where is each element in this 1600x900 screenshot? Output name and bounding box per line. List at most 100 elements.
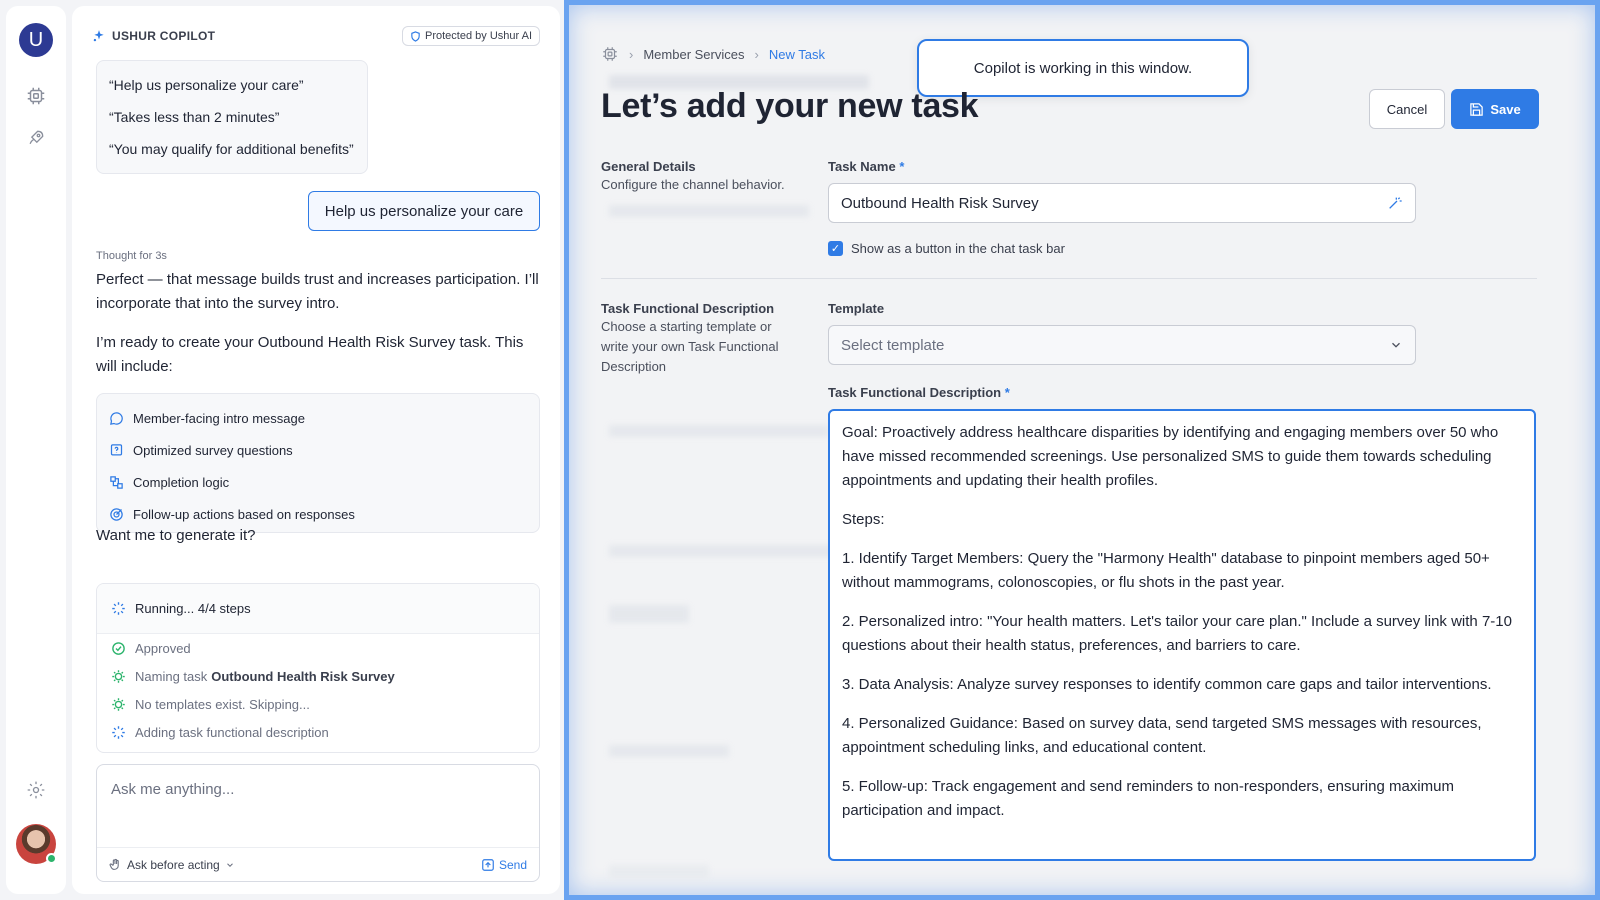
suggestion-item[interactable]: “You may qualify for additional benefits… <box>109 133 355 165</box>
copilot-panel: USHUR COPILOT Protected by Ushur AI “Hel… <box>72 6 560 894</box>
save-label: Save <box>1490 101 1521 117</box>
chat-input-toolbar: Ask before acting Send <box>97 847 539 881</box>
task-window: › Member Services › New Task Copilot is … <box>564 0 1600 900</box>
assistant-reply: I’m ready to create your Outbound Health… <box>96 334 524 375</box>
include-label: Follow-up actions based on responses <box>133 506 355 522</box>
template-select[interactable]: Select template <box>828 325 1416 365</box>
protected-badge: Protected by Ushur AI <box>402 26 540 46</box>
icon-rail: U <box>6 6 66 894</box>
assistant-reply: Perfect — that message builds trust and … <box>96 271 539 312</box>
task-name-value: Outbound Health Risk Survey <box>841 194 1039 212</box>
checkbox-label: Show as a button in the chat task bar <box>851 241 1065 256</box>
steps-header[interactable]: Running... 4/4 steps <box>97 584 539 634</box>
assistant-question: Want me to generate it? <box>96 527 256 544</box>
spinner-icon <box>111 724 127 740</box>
send-icon <box>481 858 495 872</box>
suggestion-list: “Help us personalize your care” “Takes l… <box>96 60 368 174</box>
step-row: No templates exist. Skipping... <box>97 690 539 718</box>
show-button-checkbox[interactable]: ✓ Show as a button in the chat task bar <box>828 241 1065 256</box>
step-task-name: Outbound Health Risk Survey <box>211 668 395 684</box>
copilot-header: USHUR COPILOT Protected by Ushur AI <box>92 24 540 48</box>
chevron-right-icon: › <box>629 46 634 62</box>
gear-check-icon <box>111 668 127 684</box>
include-label: Completion logic <box>133 474 230 490</box>
functional-description-desc: Choose a starting template or write your… <box>601 319 779 374</box>
description-paragraph: 1. Identify Target Members: Query the "H… <box>842 550 1490 591</box>
include-label: Member-facing intro message <box>133 410 305 426</box>
hand-icon <box>109 858 122 871</box>
chevron-right-icon: › <box>754 46 759 62</box>
save-button[interactable]: Save <box>1451 89 1539 129</box>
magic-wand-icon[interactable] <box>1387 195 1403 211</box>
thought-label: Thought for 3s <box>96 250 167 262</box>
task-name-label: Task Name * <box>828 159 905 174</box>
step-text: Naming task <box>135 668 208 684</box>
step-text: Approved <box>135 640 191 656</box>
functional-description-title: Task Functional Description <box>601 301 775 316</box>
checkbox-checked-icon[interactable]: ✓ <box>828 241 843 256</box>
chat-input[interactable]: Ask me anything... <box>111 781 234 798</box>
send-label: Send <box>498 857 527 872</box>
description-label: Task Functional Description * <box>828 385 1010 400</box>
description-paragraph: 2. Personalized intro: "Your health matt… <box>842 613 1512 654</box>
breadcrumb-item[interactable]: Member Services <box>643 47 744 62</box>
general-details-title: General Details <box>601 159 696 174</box>
send-button[interactable]: Send <box>481 858 527 872</box>
template-label: Template <box>828 301 885 316</box>
list-item: Optimized survey questions <box>109 434 527 466</box>
ushur-logo[interactable]: U <box>19 23 53 57</box>
chip-icon[interactable] <box>601 45 619 63</box>
chat-bubble-icon <box>109 410 125 426</box>
gear-icon[interactable] <box>24 778 48 802</box>
sparkle-icon <box>92 29 106 43</box>
step-text: Adding task functional description <box>135 724 329 740</box>
description-paragraph: Steps: <box>842 511 885 528</box>
gear-check-icon <box>111 696 127 712</box>
description-paragraph: 5. Follow-up: Track engagement and send … <box>842 778 1454 819</box>
ask-mode-label: Ask before acting <box>127 857 220 872</box>
breadcrumb-item-current: New Task <box>768 46 825 62</box>
suggestion-item[interactable]: “Help us personalize your care” <box>109 69 355 101</box>
user-message: Help us personalize your care <box>308 191 540 231</box>
task-includes-list: Member-facing intro message Optimized su… <box>96 393 540 533</box>
section-divider <box>601 278 1537 279</box>
survey-icon <box>109 442 125 458</box>
target-icon <box>109 506 125 522</box>
chat-input-box: Ask me anything... Ask before acting Sen… <box>96 764 540 882</box>
approved-icon <box>111 640 127 656</box>
description-paragraph: 3. Data Analysis: Analyze survey respons… <box>842 676 1492 693</box>
running-label: Running... 4/4 steps <box>135 601 251 616</box>
breadcrumb: › Member Services › New Task <box>601 45 825 63</box>
spinner-icon <box>111 601 127 617</box>
include-label: Optimized survey questions <box>133 442 293 458</box>
step-text: No templates exist. Skipping... <box>135 696 310 712</box>
rocket-icon[interactable] <box>24 126 48 150</box>
chevron-down-icon <box>225 860 235 870</box>
template-placeholder: Select template <box>841 336 945 354</box>
logic-icon <box>109 474 125 490</box>
description-paragraph: Goal: Proactively address healthcare dis… <box>842 424 1499 489</box>
required-mark: * <box>1004 385 1010 400</box>
cancel-button[interactable]: Cancel <box>1369 89 1445 129</box>
ask-mode-dropdown[interactable]: Ask before acting <box>109 858 235 872</box>
functional-description-textarea[interactable]: Goal: Proactively address healthcare dis… <box>828 409 1536 861</box>
description-paragraph: 4. Personalized Guidance: Based on surve… <box>842 715 1482 756</box>
online-status-dot <box>46 853 57 864</box>
protected-label: Protected by Ushur AI <box>425 30 532 42</box>
shield-icon <box>410 30 421 42</box>
required-mark: * <box>899 159 905 174</box>
step-row: Naming task Outbound Health Risk Survey <box>97 662 539 690</box>
suggestion-item[interactable]: “Takes less than 2 minutes” <box>109 101 355 133</box>
list-item: Completion logic <box>109 466 527 498</box>
chevron-down-icon <box>1389 338 1403 352</box>
list-item: Member-facing intro message <box>109 402 527 434</box>
steps-card: Running... 4/4 steps Approved Naming tas… <box>96 583 540 753</box>
copilot-title: USHUR COPILOT <box>112 29 216 43</box>
step-row: Adding task functional description <box>97 718 539 746</box>
task-name-field[interactable]: Outbound Health Risk Survey <box>828 183 1416 223</box>
general-details-desc: Configure the channel behavior. <box>601 177 785 192</box>
save-icon <box>1469 102 1484 117</box>
page-title: Let’s add your new task <box>601 87 979 125</box>
chip-icon[interactable] <box>24 84 48 108</box>
step-row: Approved <box>97 634 539 662</box>
